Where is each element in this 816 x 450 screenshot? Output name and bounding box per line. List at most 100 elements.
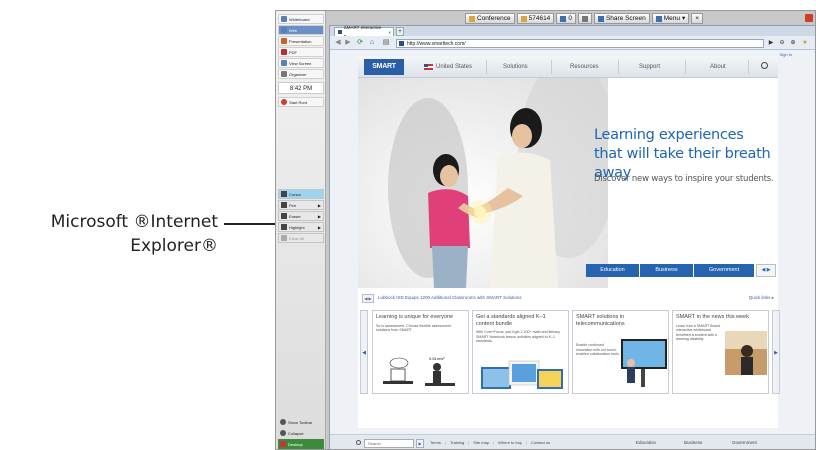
- tool-highlight[interactable]: Highlight ▶: [278, 222, 324, 232]
- cursor-icon: [281, 191, 287, 197]
- share-screen-label: Share Screen: [605, 15, 646, 22]
- feature-card[interactable]: SMART solutions in telecommunications En…: [572, 310, 669, 394]
- tool-eraser[interactable]: Eraser ▶: [278, 211, 324, 221]
- feature-card[interactable]: Get a standards aligned K–1 content bund…: [472, 310, 569, 394]
- smart-logo[interactable]: SMART: [364, 59, 404, 75]
- favorites-icon[interactable]: ★: [801, 39, 809, 48]
- chevron-right-icon: ▶: [317, 224, 321, 230]
- go-icon[interactable]: ▶: [767, 39, 775, 48]
- nav-about[interactable]: About: [710, 56, 726, 78]
- collapse-button[interactable]: Collapse: [278, 428, 324, 438]
- zoom-out-icon[interactable]: ⊖: [778, 39, 786, 48]
- tool-cursor[interactable]: Cursor: [278, 189, 324, 199]
- search-icon[interactable]: [761, 62, 768, 69]
- footer-segment-business[interactable]: Business: [684, 440, 702, 445]
- sidebar-item-view-screen[interactable]: View Screen: [278, 58, 324, 68]
- callout-line1: Microsoft ®Internet: [50, 212, 218, 232]
- prev-icon[interactable]: ◀: [761, 267, 765, 273]
- zoom-in-icon[interactable]: ⊕: [789, 39, 797, 48]
- card-title: SMART in the news this week: [676, 314, 749, 320]
- card-body: Enable continued innovation with our tou…: [576, 343, 620, 356]
- sidebar-item-whiteboard[interactable]: Whiteboard: [278, 14, 324, 24]
- footer-link-terms[interactable]: Terms: [430, 440, 441, 445]
- start-record-button[interactable]: Start Rcrd: [278, 97, 324, 107]
- conference-icon: [469, 15, 475, 22]
- card-caption: 9.81m/s²: [429, 356, 445, 361]
- nav-divider: [551, 60, 552, 74]
- segment-government[interactable]: Government: [694, 264, 754, 277]
- close-button[interactable]: ×: [691, 13, 704, 24]
- sidebar-item-presentation[interactable]: Presentation: [278, 36, 324, 46]
- menu-button[interactable]: Menu ▾: [651, 13, 690, 24]
- tool-clear-all[interactable]: Clear All: [278, 233, 324, 243]
- cards-next-icon[interactable]: ▶: [772, 310, 780, 394]
- sidebar-item-organizer[interactable]: Organizer: [278, 69, 324, 79]
- footer-segment-education[interactable]: Education: [636, 440, 656, 445]
- sidebar-item-web[interactable]: Web: [278, 25, 324, 35]
- participants-button[interactable]: 0: [556, 13, 576, 24]
- feature-card[interactable]: SMART in the news this week Learn how a …: [672, 310, 769, 394]
- nav-solutions[interactable]: Solutions: [503, 56, 528, 78]
- toolbar-icon: [280, 419, 286, 425]
- smart-site: SMART United States Solutions Resources …: [358, 56, 780, 428]
- info-button[interactable]: [577, 13, 592, 24]
- home-icon[interactable]: ⌂: [368, 39, 376, 47]
- page-icon[interactable]: ▤: [382, 39, 390, 47]
- refresh-icon[interactable]: ⟳: [356, 39, 364, 47]
- info-icon: [581, 15, 588, 22]
- back-icon[interactable]: ◀: [334, 39, 342, 47]
- bottom-label: Collapse: [288, 430, 304, 436]
- hero-pager[interactable]: ◀ ▶: [756, 264, 776, 277]
- nav-divider: [748, 60, 749, 74]
- footer-link-training[interactable]: Training: [450, 440, 464, 445]
- assessment-illustration: [383, 357, 455, 386]
- share-screen-button[interactable]: Share Screen: [593, 13, 650, 24]
- card-title: Learning is unique for everyone: [376, 314, 454, 320]
- tool-pen[interactable]: Pen ▶: [278, 200, 324, 210]
- tool-label: Eraser: [289, 213, 301, 219]
- organizer-icon: [281, 71, 287, 77]
- quick-links-label: Quick links: [748, 295, 771, 300]
- footer-search-input[interactable]: Search: [364, 439, 414, 448]
- footer-segment-government[interactable]: Government: [732, 440, 757, 445]
- content-bundle-illustration: [481, 360, 563, 389]
- browser-tab[interactable]: SMART Interactive E... ×: [334, 25, 394, 39]
- menu-label: Menu: [663, 15, 680, 22]
- feature-card[interactable]: Learning is unique for everyone So is as…: [372, 310, 469, 394]
- forward-icon[interactable]: ▶: [344, 39, 352, 47]
- ie-browser-window: SMART Interactive E... × + ◀ ▶ ⟳ ⌂ ▤ htt…: [329, 14, 815, 449]
- tool-label: Highlight: [289, 224, 305, 230]
- ticker-headline[interactable]: Lubbock ISD Equips 1200 Additional Class…: [378, 295, 522, 300]
- nav-resources[interactable]: Resources: [570, 56, 599, 78]
- footer-link-contact[interactable]: Contact us: [531, 440, 550, 445]
- record-icon: [281, 99, 287, 105]
- tool-label: Cursor: [289, 191, 302, 197]
- teacher-student-illustration: [388, 78, 618, 288]
- quick-links-menu[interactable]: Quick links ▸: [749, 295, 774, 301]
- card-body: So is assessment. Choose flexible assess…: [376, 323, 451, 333]
- us-flag-icon: [424, 64, 433, 70]
- segment-business[interactable]: Business: [640, 264, 693, 277]
- ticker-controls[interactable]: ◀ ▶: [362, 294, 374, 303]
- footer-link-where-to-buy[interactable]: Where to buy: [498, 440, 522, 445]
- cards-prev-icon[interactable]: ◀: [360, 310, 368, 394]
- site-nav: SMART United States Solutions Resources …: [358, 56, 778, 78]
- nav-support[interactable]: Support: [639, 56, 660, 78]
- nav-united-states[interactable]: United States: [424, 56, 472, 78]
- show-toolbar-button[interactable]: Show Toolbar: [278, 417, 324, 427]
- new-tab-button[interactable]: +: [396, 27, 404, 36]
- footer-link-site-map[interactable]: Site map: [473, 440, 489, 445]
- sidebar-item-label: View Screen: [289, 60, 312, 66]
- sign-in-link[interactable]: Sign In: [780, 52, 792, 57]
- session-id-button[interactable]: 574614: [516, 13, 555, 24]
- footer-search-go-button[interactable]: ▶: [416, 439, 424, 448]
- window-close-icon[interactable]: [805, 14, 813, 22]
- bottom-label: Show Toolbar: [288, 419, 313, 425]
- conference-button[interactable]: Conference: [465, 13, 515, 24]
- desktop-button[interactable]: Desktop: [278, 439, 324, 449]
- segment-education[interactable]: Education: [586, 264, 639, 277]
- sidebar-item-pdf[interactable]: PDF: [278, 47, 324, 57]
- next-icon[interactable]: ▶: [767, 267, 771, 273]
- address-bar[interactable]: http://www.smarttech.com/: [396, 39, 764, 48]
- nav-divider: [486, 60, 487, 74]
